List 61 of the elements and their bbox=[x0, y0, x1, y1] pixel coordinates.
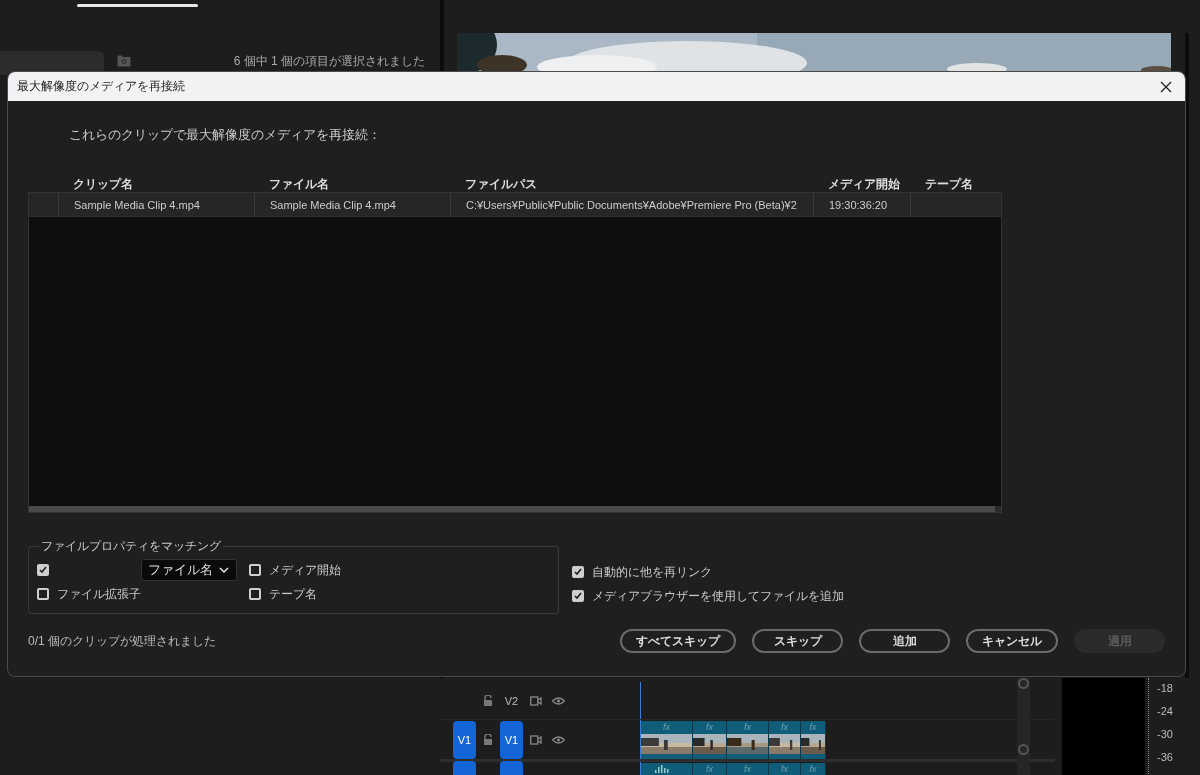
video-clip[interactable]: fx bbox=[801, 763, 826, 775]
progress-status: 0/1 個のクリップが処理されました bbox=[28, 632, 216, 650]
fx-label: fx bbox=[781, 764, 788, 774]
eye-icon[interactable] bbox=[552, 696, 565, 705]
checkbox-label: メディア開始 bbox=[269, 561, 341, 579]
checkbox-label: ファイル拡張子 bbox=[57, 585, 141, 603]
table-cell: Sample Media Clip 4.mp4 bbox=[59, 193, 255, 216]
dialog-button[interactable]: スキップ bbox=[752, 629, 843, 653]
table-cell: 19:30:36:20 bbox=[814, 193, 911, 216]
lock-icon[interactable] bbox=[483, 733, 493, 746]
track-target[interactable]: V2 bbox=[500, 681, 523, 720]
source-patch[interactable]: V1 bbox=[453, 720, 476, 759]
dialog-button[interactable]: 追加 bbox=[859, 629, 950, 653]
column-header[interactable]: テープ名 bbox=[910, 175, 1002, 193]
checkbox[interactable] bbox=[37, 564, 49, 576]
column-header[interactable]: クリップ名 bbox=[58, 175, 254, 193]
meter-scale-label: -36 bbox=[1156, 751, 1173, 765]
scrollbar[interactable] bbox=[29, 506, 1001, 512]
checkbox[interactable] bbox=[37, 588, 49, 600]
dialog-button[interactable]: キャンセル bbox=[966, 629, 1058, 653]
fx-label: fx bbox=[706, 764, 713, 774]
checkbox[interactable] bbox=[249, 588, 261, 600]
checkbox-label: メディアブラウザーを使用してファイルを追加 bbox=[592, 587, 844, 605]
instruction-text: これらのクリップで最大解像度のメディアを再接続： bbox=[69, 126, 382, 144]
waveform-icon bbox=[655, 765, 669, 774]
meter-scale-label: -24 bbox=[1156, 705, 1173, 719]
checkbox[interactable] bbox=[572, 566, 584, 578]
column-header[interactable]: ファイル名 bbox=[254, 175, 450, 193]
column-header[interactable]: ファイルパス bbox=[450, 175, 813, 193]
fx-label: fx bbox=[706, 722, 713, 732]
table-cell: Sample Media Clip 4.mp4 bbox=[255, 193, 451, 216]
scrollbar[interactable] bbox=[1017, 678, 1030, 775]
checkbox-label: 自動的に他を再リンク bbox=[592, 563, 712, 581]
checkbox[interactable] bbox=[249, 564, 261, 576]
bin-icon bbox=[117, 55, 131, 67]
camera-icon[interactable] bbox=[530, 695, 542, 706]
group-legend: ファイルプロパティをマッチング bbox=[39, 538, 223, 555]
close-icon bbox=[1160, 80, 1172, 93]
fx-label: fx bbox=[663, 722, 670, 732]
meter-scale-label: -18 bbox=[1156, 682, 1173, 696]
fx-label: fx bbox=[809, 764, 817, 774]
match-dropdown[interactable]: ファイル名 bbox=[141, 559, 237, 581]
lock-icon[interactable] bbox=[483, 694, 493, 707]
checkbox-label: テープ名 bbox=[269, 585, 317, 603]
table-cell: C:¥Users¥Public¥Public Documents¥Adobe¥Premiere Pro (Beta)¥2 bbox=[451, 193, 814, 216]
checkbox[interactable] bbox=[572, 590, 584, 602]
column-header[interactable]: メディア開始 bbox=[813, 175, 910, 193]
chevron-icon bbox=[219, 567, 229, 573]
selection-status: 6 個中 1 個の項目が選択されました bbox=[233, 52, 425, 70]
video-clip[interactable]: fx bbox=[801, 721, 826, 759]
eye-icon[interactable] bbox=[552, 735, 565, 744]
fx-label: fx bbox=[809, 722, 817, 732]
fx-label: fx bbox=[781, 722, 788, 732]
dialog-title: 最大解像度のメディアを再接続 bbox=[17, 78, 185, 95]
fx-label: fx bbox=[744, 764, 751, 774]
camera-icon[interactable] bbox=[530, 734, 542, 745]
meter-scale-label: -30 bbox=[1156, 728, 1173, 742]
fx-label: fx bbox=[744, 722, 751, 732]
dialog-button[interactable]: すべてスキップ bbox=[620, 629, 736, 653]
track-target[interactable]: V1 bbox=[500, 720, 523, 759]
search-field[interactable] bbox=[0, 50, 104, 75]
